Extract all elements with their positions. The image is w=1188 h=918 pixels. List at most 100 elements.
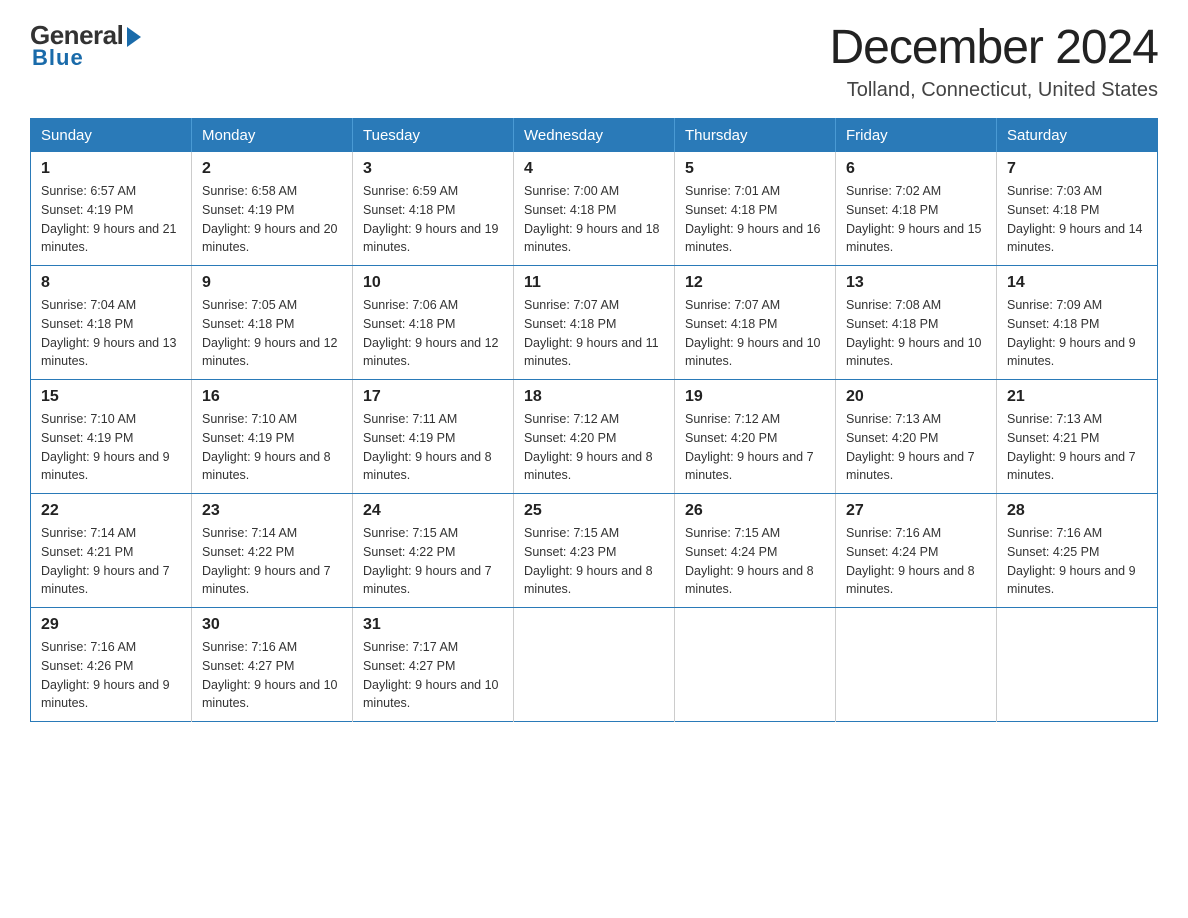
day-info: Sunrise: 7:17 AMSunset: 4:27 PMDaylight:… [363,640,499,710]
calendar-cell [997,608,1158,722]
day-number: 30 [202,616,342,634]
day-info: Sunrise: 6:59 AMSunset: 4:18 PMDaylight:… [363,184,499,254]
day-info: Sunrise: 7:16 AMSunset: 4:25 PMDaylight:… [1007,526,1136,596]
day-number: 24 [363,502,503,520]
month-title: December 2024 [829,20,1158,75]
day-info: Sunrise: 7:15 AMSunset: 4:22 PMDaylight:… [363,526,492,596]
day-header-thursday: Thursday [675,119,836,153]
day-info: Sunrise: 7:09 AMSunset: 4:18 PMDaylight:… [1007,298,1136,368]
day-header-monday: Monday [192,119,353,153]
day-number: 12 [685,274,825,292]
day-number: 15 [41,388,181,406]
day-header-friday: Friday [836,119,997,153]
page-header: General Blue December 2024 Tolland, Conn… [30,20,1158,102]
day-info: Sunrise: 6:58 AMSunset: 4:19 PMDaylight:… [202,184,338,254]
calendar-week-row: 1 Sunrise: 6:57 AMSunset: 4:19 PMDayligh… [31,152,1158,266]
calendar-cell: 6 Sunrise: 7:02 AMSunset: 4:18 PMDayligh… [836,152,997,266]
calendar-cell: 28 Sunrise: 7:16 AMSunset: 4:25 PMDaylig… [997,494,1158,608]
day-number: 16 [202,388,342,406]
day-number: 25 [524,502,664,520]
day-number: 19 [685,388,825,406]
day-number: 27 [846,502,986,520]
calendar-cell: 24 Sunrise: 7:15 AMSunset: 4:22 PMDaylig… [353,494,514,608]
day-number: 23 [202,502,342,520]
logo-arrow-icon [127,27,141,47]
day-number: 5 [685,160,825,178]
day-header-saturday: Saturday [997,119,1158,153]
day-info: Sunrise: 7:13 AMSunset: 4:21 PMDaylight:… [1007,412,1136,482]
day-info: Sunrise: 7:07 AMSunset: 4:18 PMDaylight:… [524,298,659,368]
calendar-week-row: 8 Sunrise: 7:04 AMSunset: 4:18 PMDayligh… [31,266,1158,380]
calendar-cell: 11 Sunrise: 7:07 AMSunset: 4:18 PMDaylig… [514,266,675,380]
day-info: Sunrise: 7:11 AMSunset: 4:19 PMDaylight:… [363,412,492,482]
day-number: 13 [846,274,986,292]
day-info: Sunrise: 7:12 AMSunset: 4:20 PMDaylight:… [685,412,814,482]
day-info: Sunrise: 7:16 AMSunset: 4:26 PMDaylight:… [41,640,170,710]
calendar-cell: 8 Sunrise: 7:04 AMSunset: 4:18 PMDayligh… [31,266,192,380]
day-info: Sunrise: 7:04 AMSunset: 4:18 PMDaylight:… [41,298,177,368]
calendar-cell: 19 Sunrise: 7:12 AMSunset: 4:20 PMDaylig… [675,380,836,494]
calendar-table: SundayMondayTuesdayWednesdayThursdayFrid… [30,118,1158,722]
day-number: 1 [41,160,181,178]
day-number: 3 [363,160,503,178]
day-info: Sunrise: 7:16 AMSunset: 4:27 PMDaylight:… [202,640,338,710]
day-info: Sunrise: 7:14 AMSunset: 4:21 PMDaylight:… [41,526,170,596]
day-info: Sunrise: 7:16 AMSunset: 4:24 PMDaylight:… [846,526,975,596]
calendar-cell: 26 Sunrise: 7:15 AMSunset: 4:24 PMDaylig… [675,494,836,608]
day-header-sunday: Sunday [31,119,192,153]
calendar-cell: 27 Sunrise: 7:16 AMSunset: 4:24 PMDaylig… [836,494,997,608]
day-info: Sunrise: 7:15 AMSunset: 4:23 PMDaylight:… [524,526,653,596]
calendar-cell: 1 Sunrise: 6:57 AMSunset: 4:19 PMDayligh… [31,152,192,266]
calendar-cell: 25 Sunrise: 7:15 AMSunset: 4:23 PMDaylig… [514,494,675,608]
calendar-cell: 10 Sunrise: 7:06 AMSunset: 4:18 PMDaylig… [353,266,514,380]
day-number: 28 [1007,502,1147,520]
title-area: December 2024 Tolland, Connecticut, Unit… [829,20,1158,102]
day-info: Sunrise: 7:02 AMSunset: 4:18 PMDaylight:… [846,184,982,254]
calendar-cell: 14 Sunrise: 7:09 AMSunset: 4:18 PMDaylig… [997,266,1158,380]
calendar-cell: 4 Sunrise: 7:00 AMSunset: 4:18 PMDayligh… [514,152,675,266]
calendar-header-row: SundayMondayTuesdayWednesdayThursdayFrid… [31,119,1158,153]
day-info: Sunrise: 7:13 AMSunset: 4:20 PMDaylight:… [846,412,975,482]
calendar-cell: 5 Sunrise: 7:01 AMSunset: 4:18 PMDayligh… [675,152,836,266]
calendar-cell [514,608,675,722]
day-info: Sunrise: 7:08 AMSunset: 4:18 PMDaylight:… [846,298,982,368]
day-number: 29 [41,616,181,634]
day-info: Sunrise: 7:00 AMSunset: 4:18 PMDaylight:… [524,184,660,254]
calendar-week-row: 15 Sunrise: 7:10 AMSunset: 4:19 PMDaylig… [31,380,1158,494]
logo: General Blue [30,20,141,71]
day-info: Sunrise: 7:15 AMSunset: 4:24 PMDaylight:… [685,526,814,596]
day-number: 18 [524,388,664,406]
day-number: 14 [1007,274,1147,292]
day-info: Sunrise: 7:10 AMSunset: 4:19 PMDaylight:… [202,412,331,482]
day-number: 8 [41,274,181,292]
calendar-cell: 20 Sunrise: 7:13 AMSunset: 4:20 PMDaylig… [836,380,997,494]
day-number: 17 [363,388,503,406]
day-number: 6 [846,160,986,178]
calendar-cell: 15 Sunrise: 7:10 AMSunset: 4:19 PMDaylig… [31,380,192,494]
day-info: Sunrise: 7:14 AMSunset: 4:22 PMDaylight:… [202,526,331,596]
day-info: Sunrise: 7:07 AMSunset: 4:18 PMDaylight:… [685,298,821,368]
calendar-cell: 17 Sunrise: 7:11 AMSunset: 4:19 PMDaylig… [353,380,514,494]
day-header-wednesday: Wednesday [514,119,675,153]
calendar-cell: 31 Sunrise: 7:17 AMSunset: 4:27 PMDaylig… [353,608,514,722]
calendar-cell: 21 Sunrise: 7:13 AMSunset: 4:21 PMDaylig… [997,380,1158,494]
day-info: Sunrise: 7:03 AMSunset: 4:18 PMDaylight:… [1007,184,1143,254]
calendar-cell: 7 Sunrise: 7:03 AMSunset: 4:18 PMDayligh… [997,152,1158,266]
day-number: 21 [1007,388,1147,406]
calendar-cell: 23 Sunrise: 7:14 AMSunset: 4:22 PMDaylig… [192,494,353,608]
day-header-tuesday: Tuesday [353,119,514,153]
day-number: 22 [41,502,181,520]
calendar-cell: 18 Sunrise: 7:12 AMSunset: 4:20 PMDaylig… [514,380,675,494]
calendar-cell: 12 Sunrise: 7:07 AMSunset: 4:18 PMDaylig… [675,266,836,380]
calendar-cell: 13 Sunrise: 7:08 AMSunset: 4:18 PMDaylig… [836,266,997,380]
day-info: Sunrise: 7:12 AMSunset: 4:20 PMDaylight:… [524,412,653,482]
day-info: Sunrise: 7:06 AMSunset: 4:18 PMDaylight:… [363,298,499,368]
calendar-cell: 29 Sunrise: 7:16 AMSunset: 4:26 PMDaylig… [31,608,192,722]
day-number: 26 [685,502,825,520]
day-info: Sunrise: 7:01 AMSunset: 4:18 PMDaylight:… [685,184,821,254]
calendar-cell: 16 Sunrise: 7:10 AMSunset: 4:19 PMDaylig… [192,380,353,494]
day-number: 31 [363,616,503,634]
day-info: Sunrise: 6:57 AMSunset: 4:19 PMDaylight:… [41,184,177,254]
calendar-cell [836,608,997,722]
calendar-cell: 22 Sunrise: 7:14 AMSunset: 4:21 PMDaylig… [31,494,192,608]
